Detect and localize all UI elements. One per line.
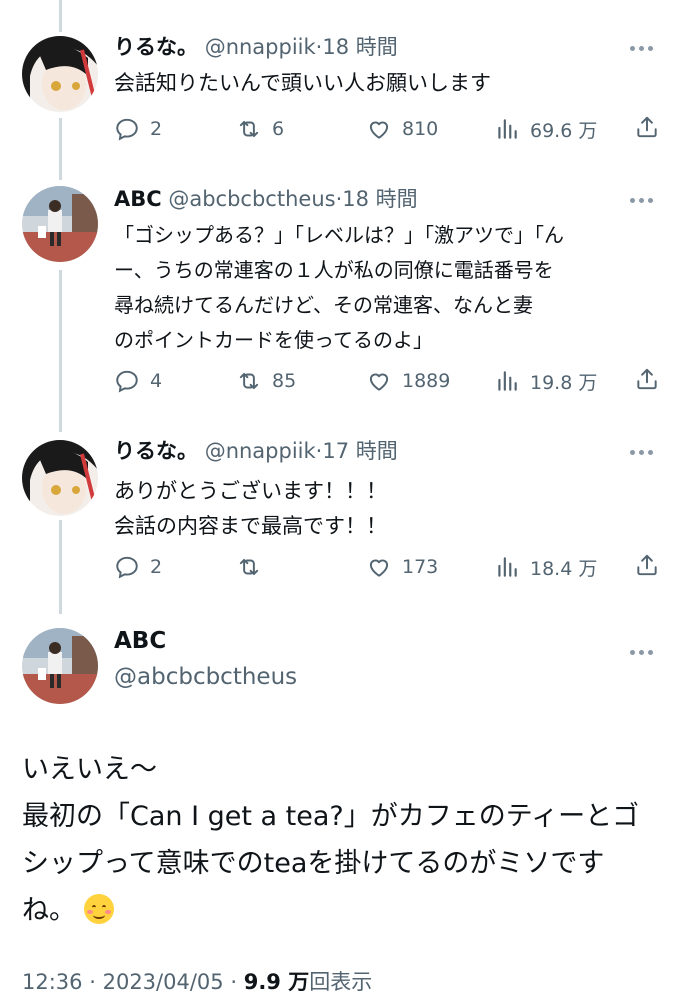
timestamp[interactable]: 18 時間 (322, 35, 397, 59)
like-button[interactable]: 810 (366, 114, 438, 144)
tweet-text-line: ありがとうございます！！！ (114, 479, 387, 503)
share-button[interactable] (634, 114, 660, 144)
tweet-text: 会話知りたいんで頭いい人お願いします (114, 66, 654, 101)
user-handle[interactable]: @abcbcbctheus (114, 664, 297, 690)
tweet-text-line: 尋ね続けてるんだけど、その常連客、なんと妻 (114, 293, 533, 317)
main-tweet: ABC @abcbcbctheus いえいえ〜 最初の「Can I get a … (0, 628, 680, 1006)
retweet-icon (239, 120, 259, 138)
more-options-icon[interactable] (630, 36, 658, 56)
view-count: 18.4 万 (530, 557, 598, 580)
reply-button[interactable]: 2 (114, 552, 162, 582)
reply-count: 2 (150, 556, 163, 578)
tweet-header: ABC @abcbcbctheus·18 時間 (114, 184, 418, 214)
share-icon (637, 554, 657, 576)
user-handle[interactable]: @abcbcbctheus (168, 187, 335, 211)
heart-icon (369, 373, 389, 391)
tweet-header: りるな。 @nnappiik·18 時間 (114, 32, 398, 62)
retweet-button[interactable]: 85 (236, 366, 296, 396)
heart-icon (369, 559, 389, 577)
tweet-text-line: 会話知りたいんで頭いい人お願いします (114, 71, 491, 95)
tweet-text-fragment: ね。 (22, 895, 76, 926)
view-count: 19.8 万 (530, 371, 598, 394)
tweet-text: ありがとうございます！！！ 会話の内容まで最高です！！ (114, 474, 654, 544)
reply-count: 4 (150, 370, 163, 392)
user-handle[interactable]: @nnappiik (205, 35, 316, 59)
like-count: 810 (402, 118, 439, 140)
tweet-header: りるな。 @nnappiik·17 時間 (114, 436, 398, 466)
reply-button[interactable]: 4 (114, 366, 162, 396)
smiling-face-emoji (84, 894, 114, 924)
reply-icon (116, 556, 138, 579)
timestamp[interactable]: 17 時間 (322, 439, 397, 463)
avatar-anime-girl (22, 36, 98, 112)
tweet-meta: 12:36 · 2023/04/05 · 9.9 万回表示 (22, 966, 372, 996)
avatar-anime-girl (22, 440, 98, 516)
like-count: 1889 (402, 370, 451, 392)
reply-count: 2 (150, 118, 163, 140)
action-bar: 4 85 1889 19.8 万 (114, 366, 660, 396)
view-total: 9.9 万 (243, 970, 310, 994)
views-button[interactable]: 69.6 万 (494, 114, 597, 144)
tweet-text-line: ね。 (22, 887, 662, 934)
tweet[interactable]: りるな。 @nnappiik·18 時間 会話知りたいんで頭いい人お願いします … (0, 32, 680, 162)
tweet-text-line: 最初の「Can I get a tea?」がカフェのティーとゴ (22, 801, 640, 832)
retweet-button[interactable] (236, 552, 272, 582)
views-label: 回表示 (309, 970, 373, 994)
retweet-count: 6 (272, 118, 285, 140)
retweet-icon (239, 372, 259, 390)
retweet-count: 85 (272, 370, 297, 392)
retweet-button[interactable]: 6 (236, 114, 284, 144)
analytics-icon (498, 557, 517, 577)
reply-icon (116, 370, 138, 393)
reply-icon (116, 118, 138, 141)
like-count: 173 (402, 556, 439, 578)
display-name[interactable]: りるな。 (114, 35, 198, 59)
display-name[interactable]: ABC (114, 187, 162, 211)
tweet-text-line: のポイントカードを使ってるのよ」 (114, 328, 433, 352)
action-bar: 2 6 810 69.6 万 (114, 114, 660, 144)
post-time[interactable]: 12:36 (22, 970, 83, 994)
tweet-text-line: 会話の内容まで最高です！！ (114, 514, 387, 538)
avatar[interactable] (22, 36, 98, 112)
reply-button[interactable]: 2 (114, 114, 162, 144)
heart-icon (369, 121, 389, 139)
avatar[interactable] (22, 186, 98, 262)
avatar-street-photo (22, 628, 98, 704)
tweet[interactable]: ABC @abcbcbctheus·18 時間 「ゴシップある？」「レベルは？」… (0, 184, 680, 414)
timestamp[interactable]: 18 時間 (342, 187, 417, 211)
analytics-icon (498, 371, 517, 391)
share-icon (637, 368, 657, 390)
more-options-icon[interactable] (630, 440, 658, 460)
like-button[interactable]: 173 (366, 552, 438, 582)
post-date[interactable]: 2023/04/05 (103, 970, 224, 994)
avatar[interactable] (22, 628, 98, 704)
display-name[interactable]: りるな。 (114, 439, 198, 463)
tweet-text: 「ゴシップある？」「レベルは？」「激アツで」「ん ー、うちの常連客の１人が私の同… (114, 218, 654, 358)
more-options-icon[interactable] (630, 188, 658, 208)
display-name[interactable]: ABC (114, 628, 166, 654)
avatar[interactable] (22, 440, 98, 516)
share-button[interactable] (634, 366, 660, 396)
tweet-text-line: シップって意味でのteaを掛けてるのがミソです (22, 848, 605, 879)
user-handle[interactable]: @nnappiik (205, 439, 316, 463)
thread-connector (59, 0, 62, 32)
share-icon (637, 116, 657, 138)
tweet-text-line: いえいえ〜 (22, 754, 157, 785)
separator: · (230, 970, 238, 994)
avatar-street-photo (22, 186, 98, 262)
tweet-text-line: 「ゴシップある？」「レベルは？」「激アツで」「ん (114, 223, 564, 247)
views-button[interactable]: 18.4 万 (494, 552, 597, 582)
more-options-icon[interactable] (630, 640, 658, 660)
separator: · (89, 970, 96, 994)
like-button[interactable]: 1889 (366, 366, 450, 396)
retweet-icon (239, 558, 259, 576)
tweet[interactable]: りるな。 @nnappiik·17 時間 ありがとうございます！！！ 会話の内容… (0, 436, 680, 596)
analytics-icon (498, 119, 517, 139)
view-count: 69.6 万 (530, 119, 598, 142)
views-button[interactable]: 19.8 万 (494, 366, 597, 396)
action-bar: 2 173 18.4 万 (114, 552, 660, 582)
tweet-text: いえいえ〜 最初の「Can I get a tea?」がカフェのティーとゴ シッ… (22, 746, 662, 934)
share-button[interactable] (634, 552, 660, 582)
tweet-text-line: ー、うちの常連客の１人が私の同僚に電話番号を (114, 258, 554, 282)
